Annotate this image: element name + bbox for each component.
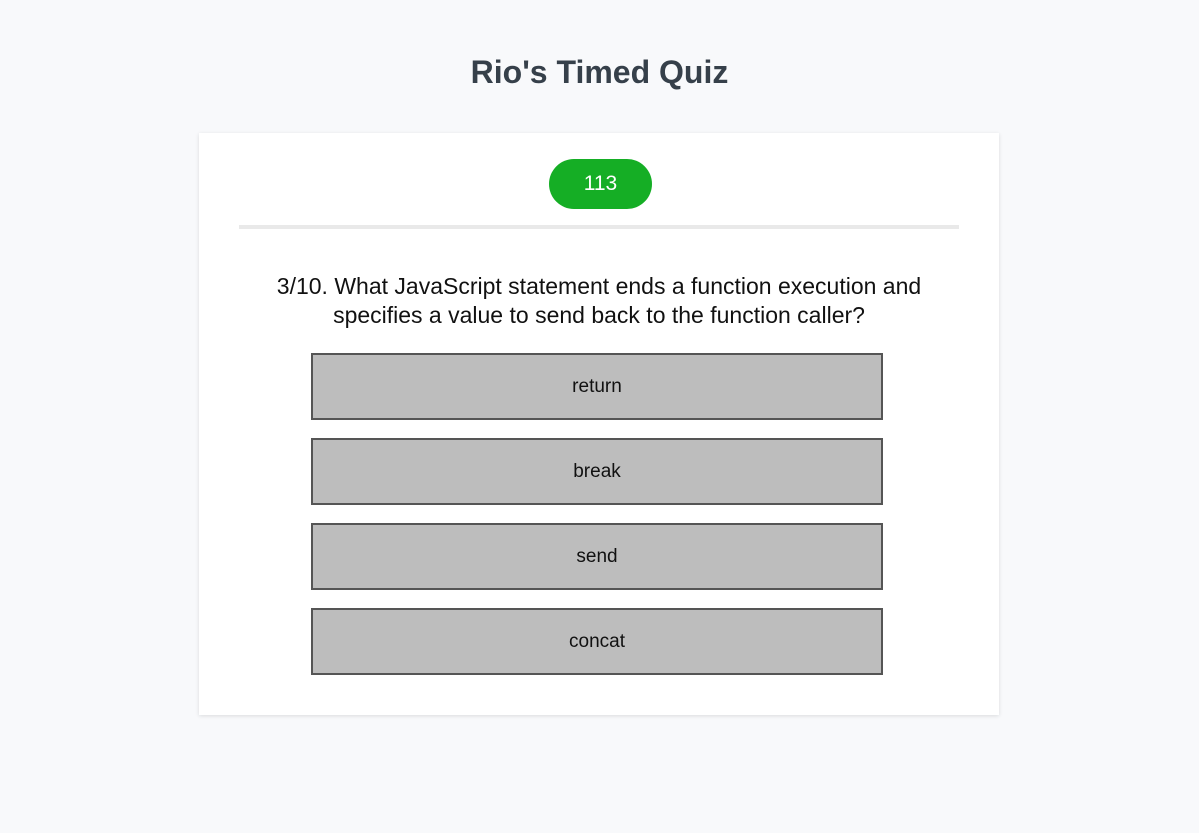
answer-button-1[interactable]: return [311,353,883,420]
quiz-card: 113 3/10. What JavaScript statement ends… [199,133,999,715]
question-text: 3/10. What JavaScript statement ends a f… [276,273,922,328]
answer-button-2[interactable]: break [311,438,883,505]
answer-button-4[interactable]: concat [311,608,883,675]
timer-badge: 113 [549,159,652,209]
page-title: Rio's Timed Quiz [470,54,729,90]
answer-button-3[interactable]: send [311,523,883,590]
divider [239,225,959,229]
